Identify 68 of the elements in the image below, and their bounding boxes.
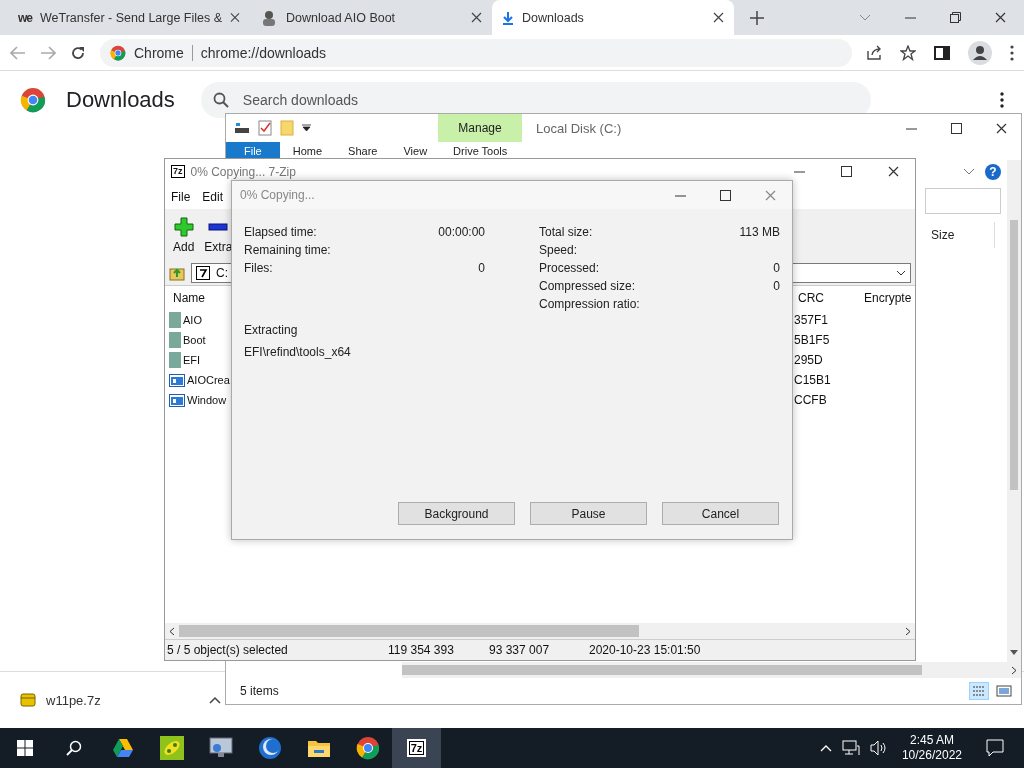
tab-title: Downloads	[522, 10, 585, 25]
address-bar[interactable]: Chrome chrome://downloads	[100, 38, 852, 67]
stat-value: 0	[773, 279, 780, 293]
stat-value: 0	[478, 261, 485, 275]
dialog-button[interactable]: Pause	[530, 502, 647, 525]
column-header[interactable]: Name	[173, 291, 205, 305]
file-name[interactable]: AIO	[183, 314, 202, 326]
stat-value: 113 MB	[739, 225, 780, 239]
ribbon-tab[interactable]: Home	[279, 142, 336, 160]
clock-time[interactable]: 2:45 AM	[909, 733, 954, 748]
status-text: 2020-10-23 15:01:50	[589, 643, 701, 657]
table-cell: CCFB	[794, 393, 827, 407]
browser-tab[interactable]: Downloads	[492, 0, 734, 35]
stat-label: Compression ratio:	[539, 297, 640, 311]
browser-tab[interactable]: we WeTransfer - Send Large Files &	[8, 0, 250, 35]
column-header[interactable]: Size	[921, 222, 995, 248]
page-title: Downloads	[66, 87, 175, 113]
tab-title: WeTransfer - Send Large Files &	[40, 10, 223, 25]
search-placeholder: Search downloads	[242, 92, 359, 108]
table-cell: 5B1F5	[794, 333, 830, 347]
file-name[interactable]: Boot	[183, 334, 206, 346]
current-path: EFI\refind\tools_x64	[244, 345, 352, 359]
app-logo: 7z	[406, 739, 427, 757]
stat-value: 0	[773, 261, 780, 275]
clock-date[interactable]: 10/26/2022	[901, 748, 962, 763]
file-name[interactable]: EFI	[183, 354, 201, 366]
ribbon-tab[interactable]: Drive Tools	[440, 142, 521, 160]
item-count: 5 items	[240, 684, 279, 698]
ribbon-tab[interactable]: Share	[335, 142, 391, 160]
stat-label: Processed:	[539, 261, 600, 275]
stat-label: Remaining time:	[244, 243, 331, 257]
status-text: 93 337 007	[489, 643, 551, 657]
table-cell: 357F1	[794, 313, 829, 327]
dialog-button[interactable]: Cancel	[662, 502, 779, 525]
table-cell: C15B1	[794, 373, 831, 387]
download-file-name[interactable]: w11pe.7z	[46, 692, 101, 708]
column-header[interactable]: CRC	[798, 291, 824, 305]
stat-label: Speed:	[539, 243, 578, 257]
app-logo: 7z	[171, 165, 185, 178]
dialog-button[interactable]: Background	[398, 502, 515, 525]
ribbon-group-label: Manage	[438, 114, 522, 142]
stat-label: Compressed size:	[539, 279, 636, 293]
menu-item[interactable]: Edit	[202, 189, 224, 204]
help-icon[interactable]: ?	[985, 164, 1001, 180]
stat-value: 00:00:00	[438, 225, 485, 239]
browser-tab[interactable]: Download AIO Boot	[250, 0, 492, 35]
status-text: 119 354 393	[388, 643, 455, 657]
stat-label: Elapsed time:	[244, 225, 317, 239]
taskbar-app[interactable]: 7z	[392, 728, 441, 768]
toolbar-button[interactable]: Add	[173, 209, 195, 261]
url-text: chrome://downloads	[200, 44, 327, 61]
table-cell: 295D	[794, 353, 823, 367]
status-text: 5 / 5 object(s) selected	[166, 643, 289, 657]
stat-label: Files:	[244, 261, 273, 275]
column-header[interactable]: Encrypte	[864, 291, 912, 305]
site-logo: we	[18, 10, 32, 25]
window-title: Local Disk (C:)	[535, 119, 622, 138]
ribbon-tab[interactable]: View	[390, 142, 441, 160]
operation-label: Extracting	[244, 323, 299, 337]
stat-label: Total size:	[539, 225, 593, 239]
dialog-title: 0% Copying...	[240, 188, 315, 202]
window-title: 0% Copying... 7-Zip	[190, 164, 296, 179]
site-label: Chrome	[134, 44, 184, 61]
file-name[interactable]: AIOCrea	[187, 374, 230, 386]
tab-title: Download AIO Boot	[286, 10, 397, 25]
file-name[interactable]: Window	[187, 394, 227, 406]
menu-item[interactable]: File	[171, 189, 191, 204]
toolbar-button[interactable]: Extra	[204, 209, 233, 261]
